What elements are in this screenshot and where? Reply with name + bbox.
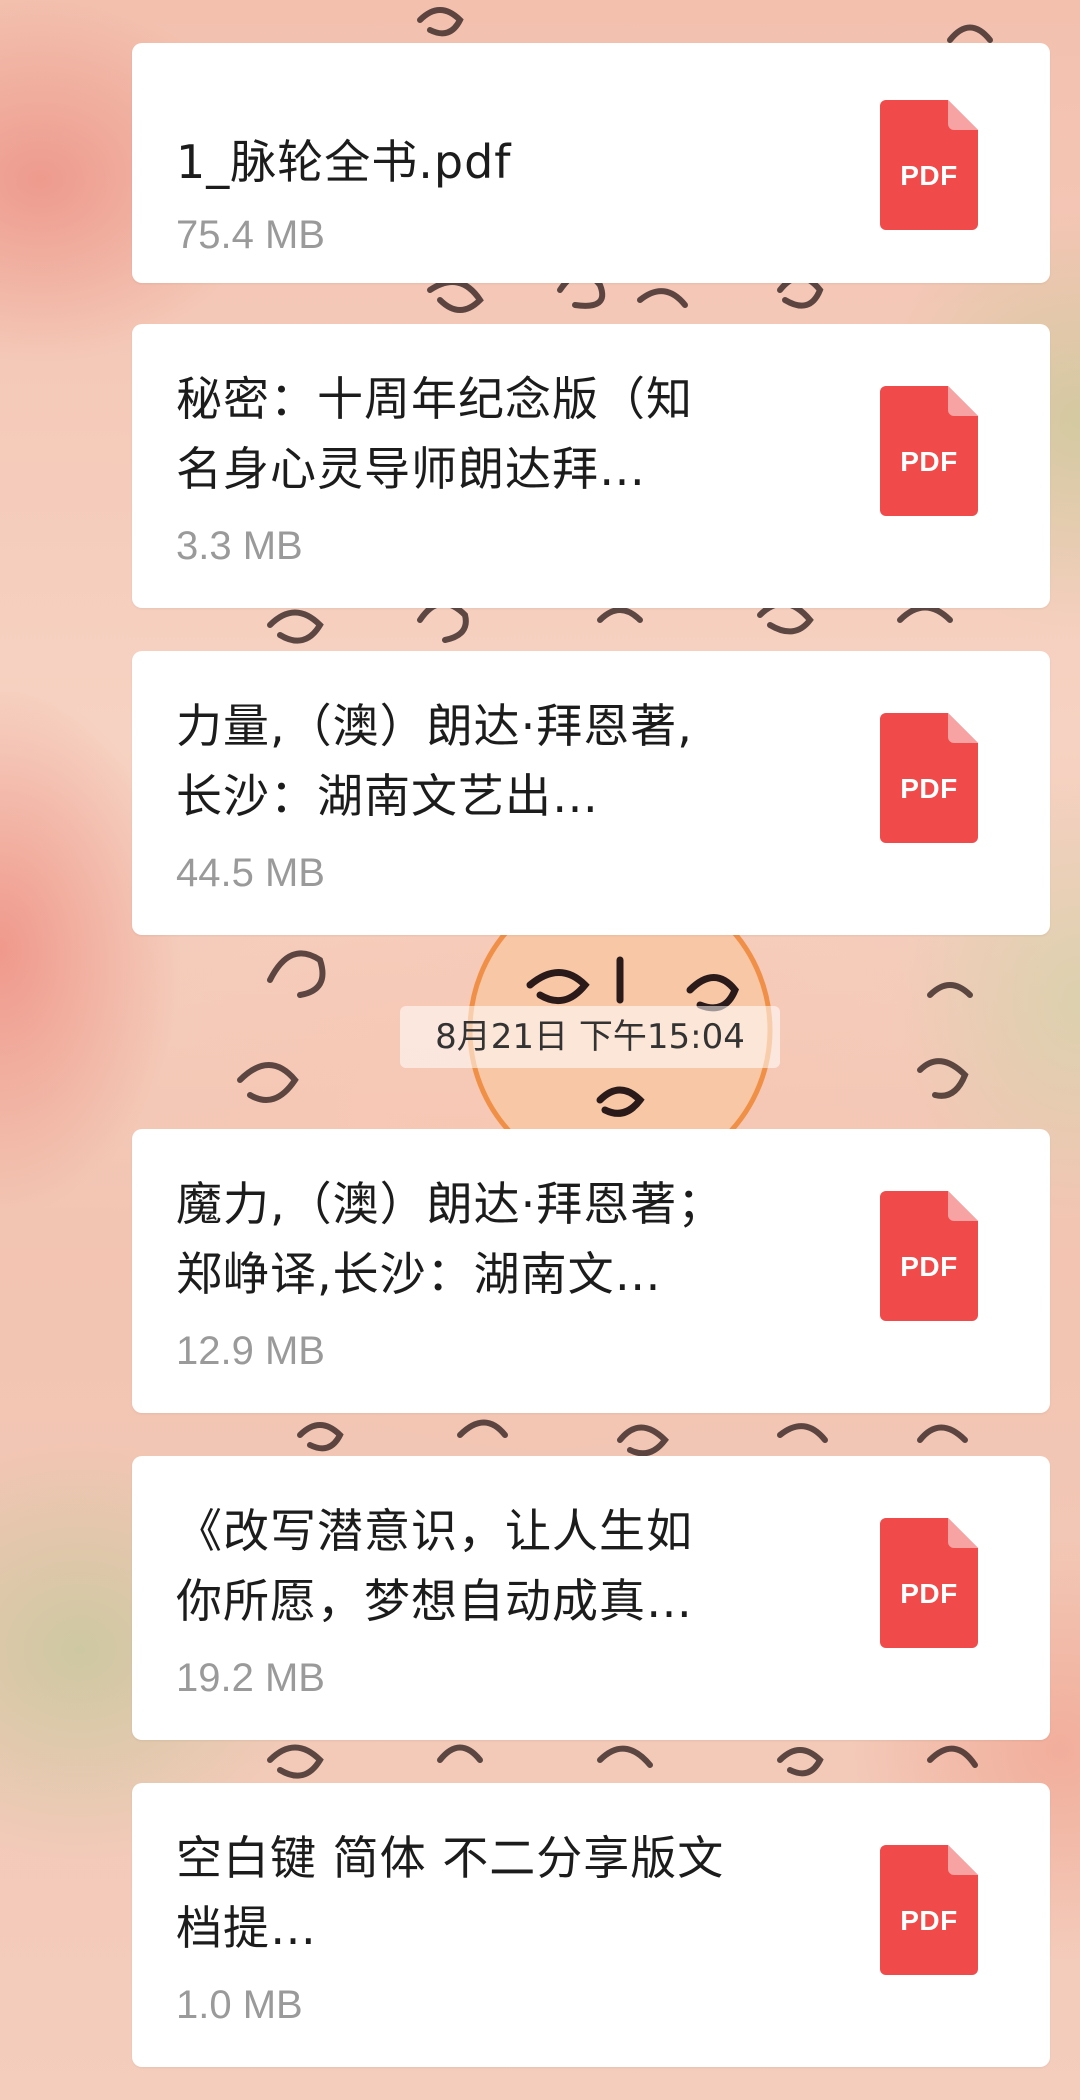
file-name-line-1: 力量,（澳）朗达·拜恩著, <box>176 699 693 753</box>
pdf-icon-label: PDF <box>900 1251 958 1282</box>
file-name-line-2: 郑峥译,长沙：湖南文… <box>176 1247 662 1301</box>
file-message[interactable]: 空白键 简体 不二分享版文 档提… 1.0 MB PDF <box>132 1783 1050 2067</box>
pdf-file-icon: PDF <box>880 100 978 230</box>
file-message[interactable]: 力量,（澳）朗达·拜恩著, 长沙：湖南文艺出… 44.5 MB PDF <box>132 651 1050 935</box>
pdf-icon-label: PDF <box>900 1578 958 1609</box>
pdf-icon-label: PDF <box>900 1905 958 1936</box>
file-name-line-1: 《改写潜意识，让人生如 <box>176 1504 693 1558</box>
file-size: 75.4 MB <box>176 213 325 257</box>
file-size: 3.3 MB <box>176 524 303 568</box>
file-size: 19.2 MB <box>176 1656 325 1700</box>
file-message[interactable]: 魔力,（澳）朗达·拜恩著； 郑峥译,长沙：湖南文… 12.9 MB PDF <box>132 1129 1050 1413</box>
pdf-icon-label: PDF <box>900 446 958 477</box>
file-size: 12.9 MB <box>176 1329 325 1373</box>
file-name: 1_脉轮全书.pdf <box>176 135 512 189</box>
file-name-line-1: 空白键 简体 不二分享版文 <box>176 1831 725 1885</box>
file-message[interactable]: 《改写潜意识，让人生如 你所愿，梦想自动成真… 19.2 MB PDF <box>132 1456 1050 1740</box>
pdf-file-icon: PDF <box>880 1518 978 1648</box>
file-name-line-2: 你所愿，梦想自动成真… <box>176 1574 693 1628</box>
pdf-icon-label: PDF <box>900 160 958 191</box>
file-name-line-2: 名身心灵导师朗达拜… <box>176 442 646 496</box>
pdf-icon-label: PDF <box>900 773 958 804</box>
pdf-file-icon: PDF <box>880 386 978 516</box>
message-timestamp: 8月21日 下午15:04 <box>400 1006 780 1068</box>
pdf-file-icon: PDF <box>880 713 978 843</box>
file-message[interactable]: 秘密：十周年纪念版（知 名身心灵导师朗达拜… 3.3 MB PDF <box>132 324 1050 608</box>
file-name-line-2: 档提… <box>176 1901 317 1955</box>
pdf-file-icon: PDF <box>880 1191 978 1321</box>
pdf-file-icon: PDF <box>880 1845 978 1975</box>
file-name-line-2: 长沙：湖南文艺出… <box>176 769 599 823</box>
file-size: 44.5 MB <box>176 851 325 895</box>
file-message[interactable]: 1_脉轮全书.pdf 75.4 MB PDF <box>132 43 1050 283</box>
file-name-line-1: 魔力,（澳）朗达·拜恩著； <box>176 1177 725 1231</box>
file-name-line-1: 秘密：十周年纪念版（知 <box>176 372 693 426</box>
file-size: 1.0 MB <box>176 1983 303 2027</box>
